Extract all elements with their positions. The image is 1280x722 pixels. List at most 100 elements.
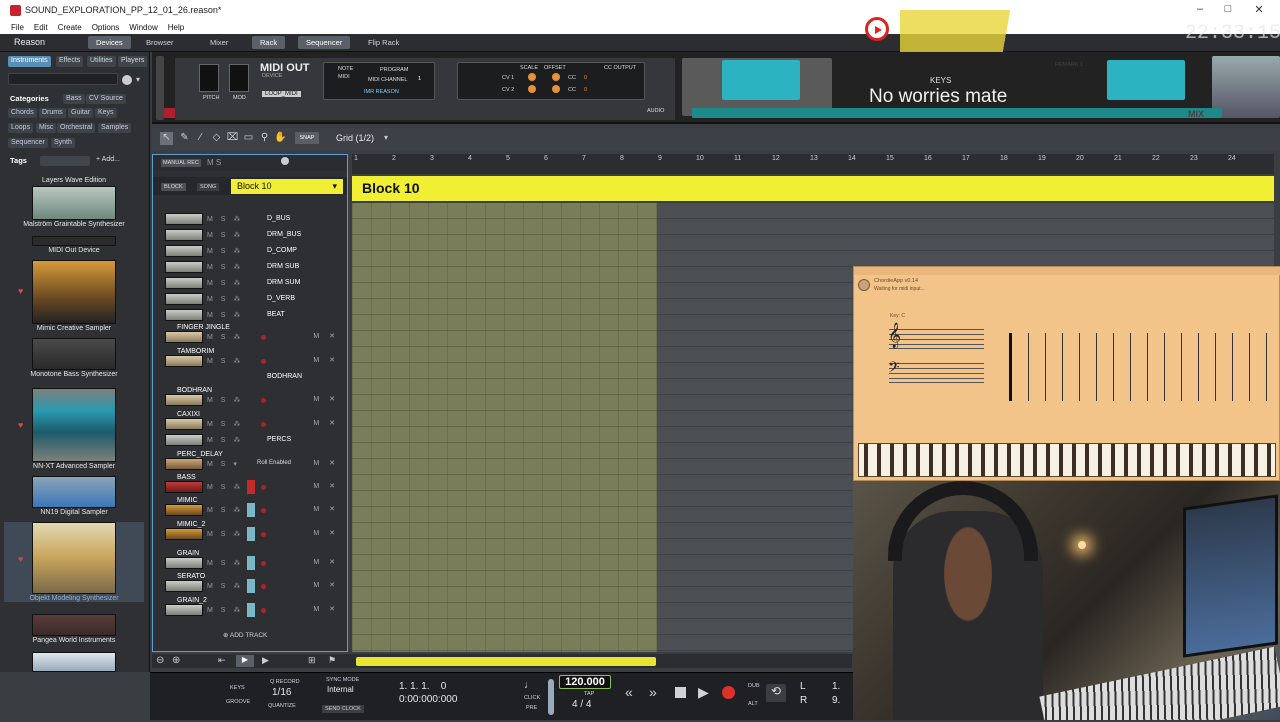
record-enable-button[interactable] — [261, 584, 266, 589]
dub-button[interactable]: DUB — [748, 683, 760, 689]
track-options-icon[interactable] — [281, 157, 289, 165]
device-select[interactable]: IMR REASON — [364, 89, 399, 95]
favorite-heart-icon[interactable]: ♥ — [18, 554, 23, 564]
mute-tool-icon[interactable]: ▭ — [242, 132, 255, 145]
select-tool-icon[interactable]: ↖ — [160, 132, 173, 145]
overview-icon[interactable]: ⊞ — [308, 655, 316, 666]
time-signature[interactable]: 4 / 4 — [572, 699, 591, 710]
chevron-down-icon[interactable]: ▾ — [384, 133, 388, 142]
mute-solo-buttons[interactable]: M S ⁂ — [207, 582, 243, 590]
track-actions[interactable]: M ✕ — [313, 459, 339, 467]
mute-solo-buttons[interactable]: M S ⁂ — [207, 559, 243, 567]
song-mode-button[interactable]: SONG — [197, 183, 220, 191]
device-search-input[interactable] — [8, 73, 118, 85]
sidebar-tab-instruments[interactable]: Instruments — [8, 56, 51, 67]
keys-button[interactable]: KEYS — [230, 685, 245, 691]
tempo-display[interactable]: 120.000 — [559, 675, 611, 689]
track-actions[interactable]: M ✕ — [313, 581, 339, 589]
track-actions[interactable]: M ✕ — [313, 356, 339, 364]
timeline-ruler[interactable]: 1 2 3 4 5 6 7 8 9 10 11 12 13 14 15 16 17 18 19 20 21 22 23 24 — [352, 154, 1274, 174]
pre-button[interactable]: PRE — [526, 705, 537, 711]
zoom-out-icon[interactable]: ⊖ — [156, 655, 164, 666]
track-row[interactable]: CAXIXI M S ⁂ M ✕ — [153, 411, 347, 432]
zoom-in-icon[interactable]: ⊕ — [172, 655, 180, 666]
mute-solo-buttons[interactable]: M S ⁂ — [207, 263, 243, 271]
record-enable-button[interactable] — [261, 508, 266, 513]
song-position[interactable]: 1. 1. 1. 0 — [399, 681, 446, 692]
track-row[interactable]: BASS M S ⁂ M ✕ — [153, 474, 347, 495]
record-enable-button[interactable] — [261, 335, 266, 340]
follow-right-icon[interactable]: ▶ — [262, 655, 269, 666]
quantize-button[interactable]: QUANTIZE — [268, 703, 296, 709]
track-row[interactable]: M S ⁂ DRM_BUS — [153, 227, 347, 243]
follow-left-icon[interactable]: ⇤ — [218, 655, 226, 666]
device-item[interactable]: Malström Graintable Synthesizer — [4, 186, 144, 228]
device-item-selected[interactable]: ♥ Objekt Modeling Synthesizer — [4, 522, 144, 602]
tab-rack[interactable]: Rack — [252, 36, 286, 49]
mute-solo-buttons[interactable]: M S ⁂ — [207, 530, 243, 538]
loop-midi-label[interactable]: LOOP_MIDI — [262, 91, 301, 97]
sidebar-tab-players[interactable]: Players — [118, 56, 148, 67]
device-item[interactable] — [4, 652, 144, 672]
mute-solo-buttons[interactable]: M S ⁂ — [207, 295, 243, 303]
track-row[interactable]: TAMBORIM M S ⁂ M ✕ — [153, 348, 347, 369]
metronome-icon[interactable]: ♩ — [524, 679, 535, 691]
record-button[interactable] — [722, 686, 735, 699]
track-row[interactable]: M S ⁂ DRM SUM — [153, 275, 347, 291]
mute-solo-buttons[interactable]: M S ▾ — [207, 460, 240, 468]
category-chords[interactable]: Chords — [8, 108, 37, 118]
loop-toggle-icon[interactable]: ⟲ — [766, 684, 786, 702]
roll-enabled-label[interactable]: Roll Enabled — [257, 460, 291, 466]
track-row[interactable]: M S ⁂ PERCS — [153, 432, 347, 448]
menu-create[interactable]: Create — [58, 23, 82, 32]
menu-file[interactable]: File — [11, 23, 24, 32]
click-level-slider[interactable] — [548, 679, 554, 715]
category-sequencer[interactable]: Sequencer — [8, 138, 48, 148]
category-keys[interactable]: Keys — [95, 108, 117, 118]
marker-icon[interactable]: ⚑ — [328, 655, 336, 666]
track-row[interactable]: BODHRAN M S ⁂ M ✕ — [153, 387, 347, 408]
record-enable-button[interactable] — [261, 561, 266, 566]
tab-sequencer[interactable]: Sequencer — [298, 36, 351, 49]
stop-icon[interactable] — [675, 687, 686, 698]
mute-solo-buttons[interactable]: M S ⁂ — [207, 606, 243, 614]
track-actions[interactable]: M ✕ — [313, 529, 339, 537]
manual-rec-button[interactable]: MANUAL REC — [161, 159, 201, 167]
sync-mode-select[interactable]: Internal — [327, 685, 354, 694]
favorite-heart-icon[interactable]: ♥ — [18, 286, 23, 296]
add-tag-button[interactable]: + Add... — [96, 156, 120, 163]
cc-value-2[interactable]: 0 — [584, 87, 587, 93]
category-drums[interactable]: Drums — [39, 108, 66, 118]
track-row[interactable]: PERC_DELAY M S ▾ Roll Enabled M ✕ — [153, 451, 347, 472]
heart-filter-icon[interactable] — [122, 75, 132, 85]
snap-button[interactable]: SNAP — [295, 132, 319, 144]
device-item[interactable]: Pangea World Instruments — [4, 614, 144, 644]
maximize-icon[interactable]: □ — [1218, 3, 1238, 15]
offset-knob[interactable] — [552, 73, 560, 81]
track-actions[interactable]: M ✕ — [313, 419, 339, 427]
menu-window[interactable]: Window — [129, 23, 157, 32]
track-row[interactable]: M S ⁂ DRM SUB — [153, 259, 347, 275]
category-loops[interactable]: Loops — [8, 123, 34, 133]
piano-keyboard[interactable] — [858, 443, 1276, 477]
tap-button[interactable]: TAP — [584, 691, 594, 697]
track-row[interactable]: GRAIN M S ⁂ M ✕ — [153, 550, 347, 571]
menu-options[interactable]: Options — [92, 23, 120, 32]
mute-solo-buttons[interactable]: M S ⁂ — [207, 215, 243, 223]
tab-devices[interactable]: Devices — [88, 36, 131, 49]
scale-knob[interactable] — [528, 73, 536, 81]
play-cursor-icon[interactable]: ▶ — [236, 655, 254, 667]
play-icon[interactable]: ▶ — [698, 684, 709, 701]
close-icon[interactable]: ✕ — [1249, 3, 1269, 16]
song-time[interactable]: 0:00:000:000 — [399, 694, 457, 705]
mute-solo-buttons[interactable]: M S ⁂ — [207, 279, 243, 287]
category-samples[interactable]: Samples — [98, 123, 132, 133]
mute-solo-buttons[interactable]: M S ⁂ — [207, 396, 243, 404]
midi-channel-value[interactable]: 1 — [418, 76, 421, 82]
grid-select[interactable]: Grid (1/2) — [336, 133, 374, 143]
mute-solo-buttons[interactable]: M S ⁂ — [207, 436, 243, 444]
quantize-value[interactable]: 1/16 — [272, 687, 291, 698]
track-row[interactable]: M S ⁂ BEAT — [153, 307, 347, 323]
line-tool-icon[interactable]: ⁄ — [194, 132, 207, 145]
cc-value[interactable]: 0 — [584, 75, 587, 81]
